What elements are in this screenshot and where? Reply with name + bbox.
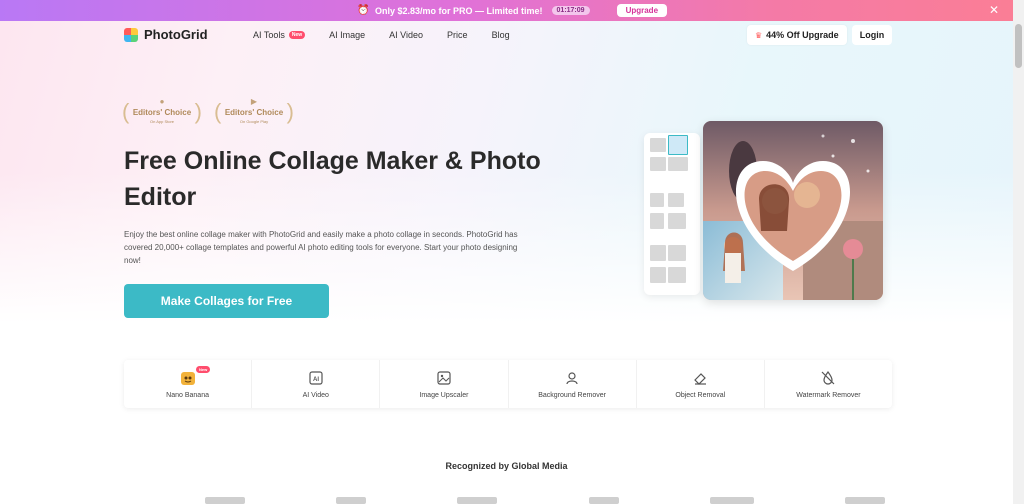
award-app-store: ( ) ● Editors' Choice On App Store <box>122 98 202 128</box>
award-subtitle: On App Store <box>149 119 174 124</box>
crown-icon: ♛ <box>755 30 763 40</box>
main-menu: AI Tools New AI Image AI Video Price Blo… <box>253 30 534 40</box>
media-logo <box>205 497 245 504</box>
close-icon[interactable]: ✕ <box>989 3 999 17</box>
ai-tools-row: New Nano Banana AI AI Video Image Upscal… <box>124 360 892 408</box>
alarm-clock-icon: ⏰ <box>356 5 370 16</box>
tool-label: Object Removal <box>675 391 726 399</box>
scrollbar-thumb[interactable] <box>1015 24 1022 68</box>
tool-label: Nano Banana <box>166 391 209 399</box>
media-logo <box>336 497 367 504</box>
tool-image-upscaler[interactable]: Image Upscaler <box>380 360 509 408</box>
make-collages-button[interactable]: Make Collages for Free <box>124 284 329 318</box>
media-logo <box>844 497 885 504</box>
media-logos-row <box>205 497 885 504</box>
promo-upgrade-button[interactable]: Upgrade <box>616 4 668 17</box>
menu-item-price[interactable]: Price <box>447 30 468 40</box>
tool-watermark-remover[interactable]: Watermark Remover <box>765 360 892 408</box>
tool-label: Watermark Remover <box>796 391 861 399</box>
laurel-right-icon: ) <box>286 99 294 124</box>
new-badge: New <box>288 31 306 39</box>
tool-label: Background Remover <box>538 391 606 399</box>
countdown-timer: 01:17:09 <box>551 6 590 15</box>
image-upscale-icon <box>436 370 452 386</box>
media-logo <box>588 497 619 504</box>
collage-preview-image <box>703 121 883 300</box>
menu-item-ai-image[interactable]: AI Image <box>329 30 365 40</box>
page-scrollbar[interactable] <box>1013 0 1024 504</box>
tool-ai-video[interactable]: AI AI Video <box>252 360 381 408</box>
award-google-play: ( ) ▶ Editors' Choice On Google Play <box>214 98 294 128</box>
menu-item-ai-video[interactable]: AI Video <box>389 30 423 40</box>
banana-icon <box>180 370 196 386</box>
menu-item-blog[interactable]: Blog <box>492 30 510 40</box>
promo-text: Only $2.83/mo for PRO — Limited time! <box>374 5 543 16</box>
logo[interactable]: PhotoGrid <box>124 27 208 42</box>
ai-video-icon: AI <box>308 370 324 386</box>
collage-template-panel <box>644 133 700 295</box>
menu-label: Blog <box>491 30 510 40</box>
menu-item-ai-tools[interactable]: AI Tools New <box>253 30 306 40</box>
menu-label: Price <box>447 30 468 40</box>
apple-icon: ● <box>159 97 165 106</box>
menu-label: AI Tools <box>253 30 285 40</box>
award-subtitle: On Google Play <box>239 119 269 124</box>
heart-collage-icon <box>703 121 883 300</box>
award-title: Editors' Choice <box>224 108 284 117</box>
eraser-icon <box>692 370 708 386</box>
google-play-icon: ▶ <box>250 97 258 106</box>
laurel-left-icon: ( <box>122 99 130 124</box>
page-title: Free Online Collage Maker & Photo Editor <box>124 147 541 211</box>
logo-text: PhotoGrid <box>144 27 208 42</box>
tool-background-remover[interactable]: Background Remover <box>509 360 637 408</box>
offer-upgrade-button[interactable]: ♛ 44% Off Upgrade <box>747 25 847 45</box>
svg-text:AI: AI <box>313 377 319 383</box>
media-logo <box>457 497 498 504</box>
tool-label: AI Video <box>302 391 329 399</box>
menu-label: AI Video <box>389 30 424 40</box>
media-heading: Recognized by Global Media <box>445 461 568 471</box>
tool-label: Image Upscaler <box>419 391 469 399</box>
tool-object-removal[interactable]: Object Removal <box>637 360 765 408</box>
photogrid-logo-icon <box>124 27 138 42</box>
login-button[interactable]: Login <box>852 25 892 45</box>
laurel-left-icon: ( <box>214 99 222 124</box>
promo-bar: ⏰ Only $2.83/mo for PRO — Limited time! … <box>0 0 1024 21</box>
person-cutout-icon <box>564 370 580 386</box>
menu-label: AI Image <box>329 30 366 40</box>
laurel-right-icon: ) <box>194 99 202 124</box>
offer-label: 44% Off Upgrade <box>766 30 839 40</box>
media-logo <box>709 497 754 504</box>
tool-nano-banana[interactable]: New Nano Banana <box>124 360 253 408</box>
watermark-off-icon <box>820 370 836 386</box>
award-title: Editors' Choice <box>132 108 192 117</box>
hero-description: Enjoy the best online collage maker with… <box>124 230 518 265</box>
new-badge: New <box>196 366 211 373</box>
